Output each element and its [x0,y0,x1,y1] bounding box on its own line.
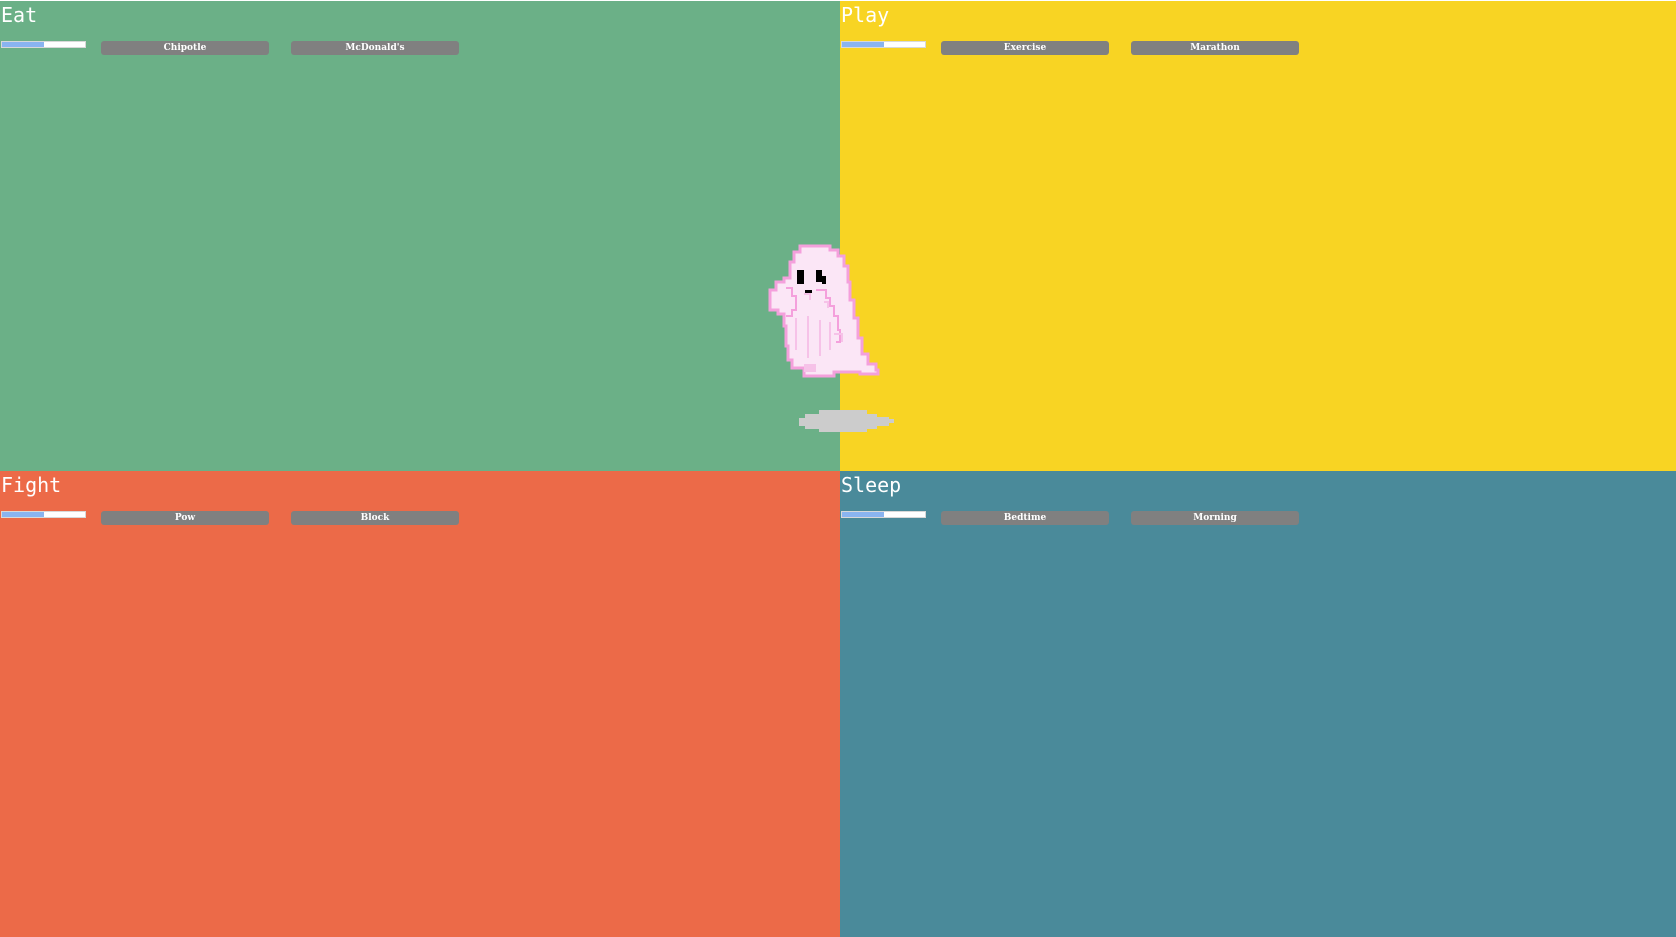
fight-meter [1,511,86,518]
play-meter-fill [842,42,884,47]
ghost-body-shape [768,244,880,378]
ghost-eye-left [797,270,804,284]
pow-button[interactable]: Pow [101,511,269,525]
ghost-pet-icon[interactable] [764,238,914,438]
play-panel: Play Exercise Marathon [840,1,1676,471]
play-meter [841,41,926,48]
ghost-eye-right [816,270,822,282]
play-title: Play [841,3,890,27]
eat-meter [1,41,86,48]
block-button[interactable]: Block [291,511,459,525]
fight-panel: Fight Pow Block [0,471,840,937]
exercise-button[interactable]: Exercise [941,41,1109,55]
mcdonalds-button[interactable]: McDonald's [291,41,459,55]
fight-title: Fight [1,473,62,497]
sleep-meter-fill [842,512,884,517]
sleep-panel: Sleep Bedtime Morning [840,471,1676,937]
ghost-foot [804,364,816,372]
eat-panel: Eat Chipotle McDonald's [0,1,840,471]
game-board: Eat Chipotle McDonald's Play Exercise Ma… [0,0,1676,937]
marathon-button[interactable]: Marathon [1131,41,1299,55]
sleep-title: Sleep [841,473,902,497]
chipotle-button[interactable]: Chipotle [101,41,269,55]
fight-meter-fill [2,512,44,517]
ghost-eye-right-corner [822,276,826,284]
ghost-mouth [805,290,812,293]
morning-button[interactable]: Morning [1131,511,1299,525]
bedtime-button[interactable]: Bedtime [941,511,1109,525]
eat-meter-fill [2,42,44,47]
eat-title: Eat [1,3,38,27]
sleep-meter [841,511,926,518]
ghost-body [768,244,880,378]
